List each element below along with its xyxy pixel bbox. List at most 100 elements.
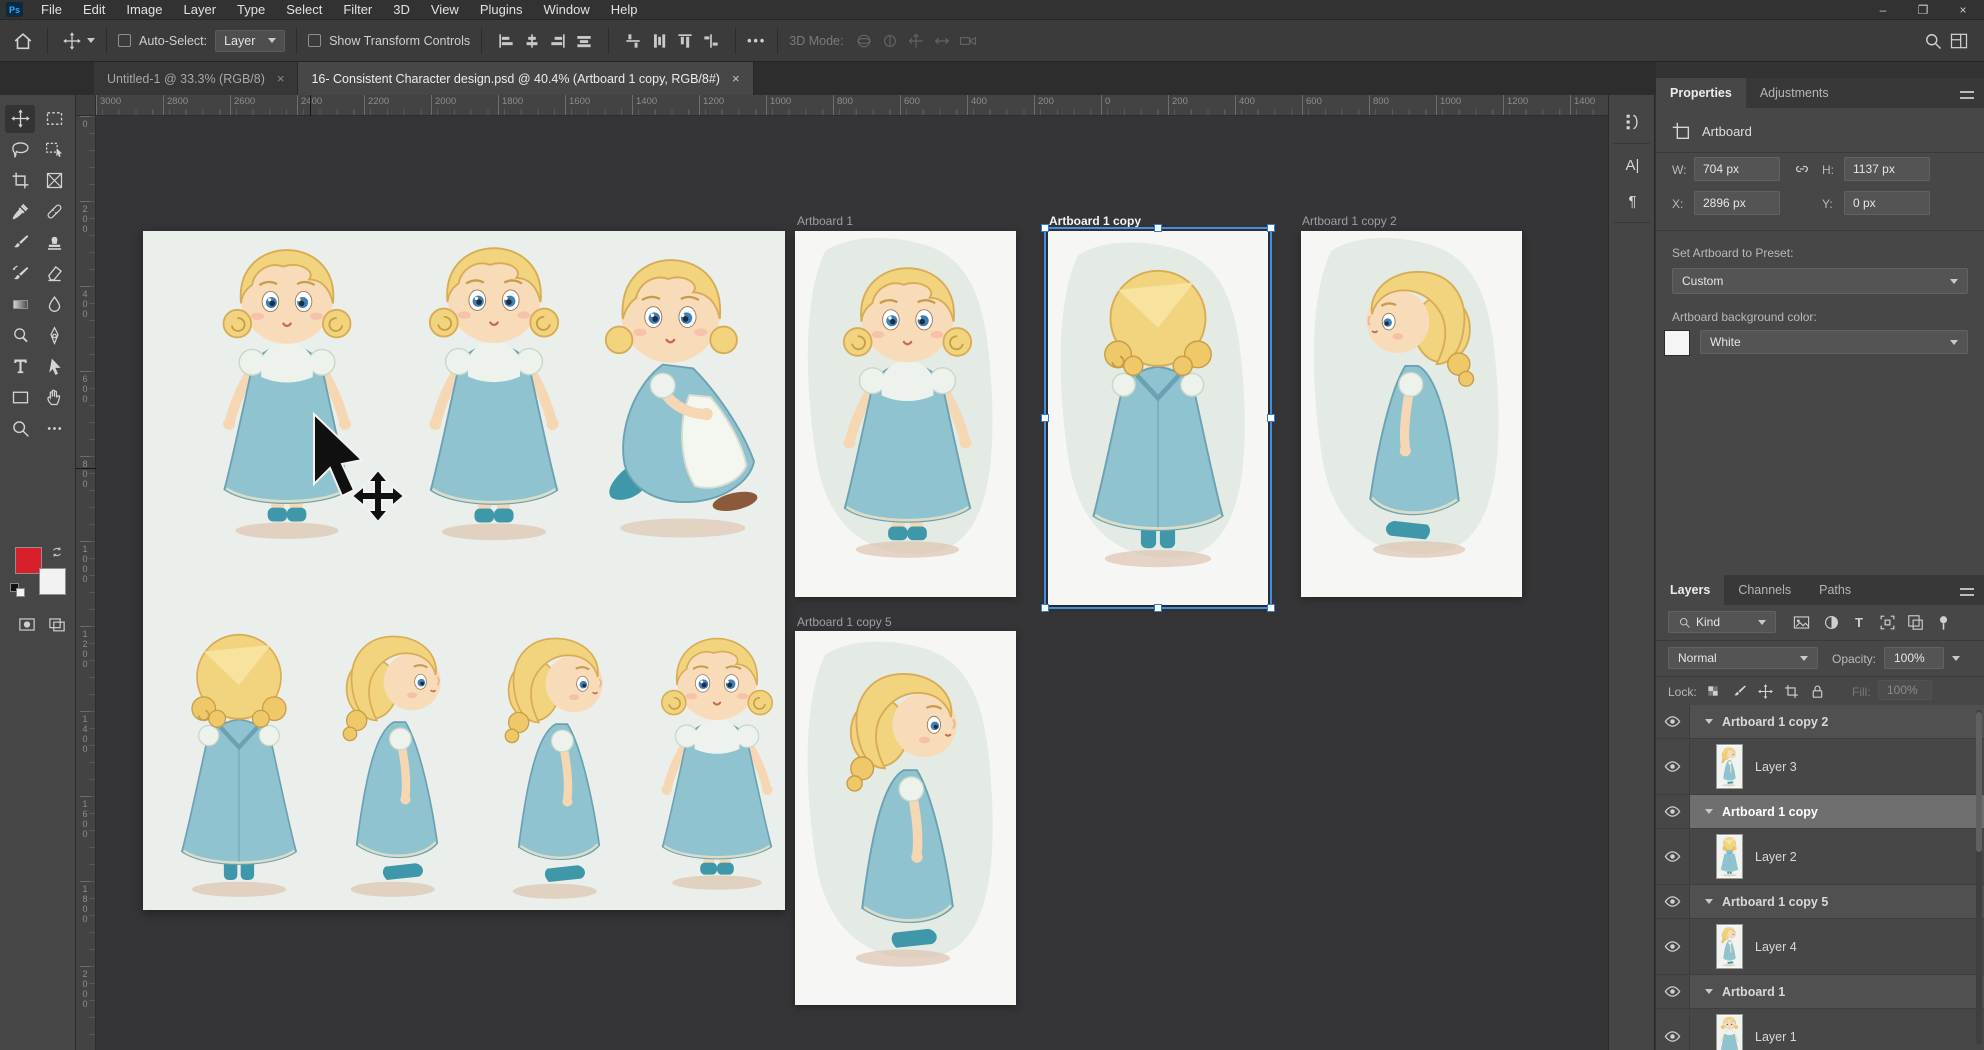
opacity-dropdown[interactable]: 100% [1884, 647, 1944, 669]
tool-button[interactable] [5, 291, 35, 319]
layer-row[interactable]: Layer 3 [1656, 739, 1984, 795]
panel-menu-icon[interactable] [1960, 588, 1974, 596]
align-top-icon[interactable] [571, 29, 597, 53]
blend-mode-dropdown[interactable]: Normal [1668, 647, 1818, 669]
artboard-1[interactable] [795, 231, 1016, 597]
document-tab[interactable]: Untitled-1 @ 33.3% (RGB/8) × [94, 62, 298, 95]
tool-button[interactable] [39, 198, 69, 226]
restore-button[interactable]: ❐ [1916, 3, 1930, 17]
move-tool-icon[interactable] [59, 29, 85, 53]
background-color-swatch[interactable] [39, 568, 66, 595]
tab-close-icon[interactable]: × [732, 71, 740, 86]
tool-button[interactable] [5, 167, 35, 195]
tool-button[interactable] [5, 415, 35, 443]
auto-select-checkbox[interactable] [118, 34, 131, 47]
show-transform-checkbox[interactable] [308, 34, 321, 47]
visibility-toggle[interactable] [1656, 885, 1690, 918]
quick-mask-icon[interactable] [16, 615, 38, 634]
artboard-label[interactable]: Artboard 1 copy 5 [797, 615, 892, 631]
menu-item[interactable]: Type [237, 2, 265, 17]
layer-name[interactable]: Layer 1 [1755, 1030, 1797, 1044]
layer-row[interactable]: Artboard 1 copy [1656, 795, 1984, 829]
menu-item[interactable]: Help [611, 2, 638, 17]
menu-item[interactable]: File [41, 2, 62, 17]
kind-filter-dropdown[interactable]: Kind [1668, 611, 1776, 633]
chevron-down-icon[interactable] [1705, 809, 1713, 814]
tool-button[interactable] [39, 415, 69, 443]
layer-thumbnail[interactable] [1716, 1014, 1743, 1050]
layer-name[interactable]: Artboard 1 copy 5 [1722, 895, 1828, 909]
tool-button[interactable] [39, 167, 69, 195]
x-field[interactable]: 2896 px [1694, 191, 1780, 215]
layer-name[interactable]: Artboard 1 [1722, 985, 1785, 999]
layer-name[interactable]: Layer 3 [1755, 760, 1797, 774]
layer-row[interactable]: Artboard 1 [1656, 975, 1984, 1009]
tool-button[interactable] [39, 291, 69, 319]
visibility-toggle[interactable] [1656, 919, 1690, 974]
filter-adjustment-layers-icon[interactable] [1818, 611, 1844, 633]
chevron-down-icon[interactable] [87, 38, 95, 43]
menu-item[interactable]: Plugins [480, 2, 523, 17]
distribute-vertical-icon[interactable] [646, 29, 672, 53]
artboard-label[interactable]: Artboard 1 [797, 214, 853, 230]
artboard-1-copy-2[interactable] [1301, 231, 1522, 597]
more-options-button[interactable]: ••• [747, 34, 766, 48]
close-button[interactable]: × [1956, 3, 1970, 17]
layer-row[interactable]: Layer 4 [1656, 919, 1984, 975]
panel-menu-icon[interactable] [1960, 91, 1974, 99]
visibility-toggle[interactable] [1656, 705, 1690, 738]
preset-dropdown[interactable]: Custom [1672, 268, 1968, 294]
distribute-center-icon[interactable] [698, 29, 724, 53]
tool-button[interactable] [39, 353, 69, 381]
history-panel-icon[interactable] [1609, 101, 1656, 143]
visibility-toggle[interactable] [1656, 795, 1690, 828]
artboard-label-selected[interactable]: Artboard 1 copy [1049, 214, 1141, 230]
layer-thumbnail[interactable] [1716, 744, 1743, 789]
chevron-down-icon[interactable] [1705, 989, 1713, 994]
lock-artboard-icon[interactable] [1778, 680, 1804, 702]
layer-row[interactable]: Artboard 1 copy 5 [1656, 885, 1984, 919]
menu-item[interactable]: Image [126, 2, 162, 17]
home-icon[interactable] [10, 29, 36, 53]
link-dimensions-icon[interactable] [1792, 159, 1812, 179]
paragraph-panel-icon[interactable]: ¶ [1609, 180, 1656, 222]
workspace-icon[interactable] [1946, 29, 1972, 53]
lock-transparent-icon[interactable] [1700, 680, 1726, 702]
tool-button[interactable] [39, 384, 69, 412]
filter-type-layers-icon[interactable]: T [1846, 611, 1872, 633]
layers-scrollbar-thumb[interactable] [1976, 712, 1982, 852]
tab-properties[interactable]: Properties [1656, 78, 1746, 108]
menu-item[interactable]: 3D [393, 2, 410, 17]
tab-paths[interactable]: Paths [1805, 575, 1865, 605]
chevron-down-icon[interactable] [1952, 656, 1960, 661]
filter-shape-layers-icon[interactable] [1874, 611, 1900, 633]
chevron-down-icon[interactable] [1705, 719, 1713, 724]
tab-adjustments[interactable]: Adjustments [1746, 78, 1843, 108]
visibility-toggle[interactable] [1656, 829, 1690, 884]
width-field[interactable]: 704 px [1694, 157, 1780, 181]
tool-button[interactable] [5, 105, 35, 133]
lock-pixels-icon[interactable] [1726, 680, 1752, 702]
auto-select-target-dropdown[interactable]: Layer [215, 30, 285, 52]
menu-item[interactable]: Filter [343, 2, 372, 17]
lock-all-icon[interactable] [1804, 680, 1830, 702]
background-color-dropdown[interactable]: White [1700, 330, 1968, 354]
align-center-icon[interactable] [519, 29, 545, 53]
filter-pixel-layers-icon[interactable] [1788, 611, 1814, 633]
menu-item[interactable]: Window [543, 2, 589, 17]
screen-mode-icon[interactable] [46, 615, 68, 634]
menu-item[interactable]: Layer [184, 2, 217, 17]
visibility-toggle[interactable] [1656, 975, 1690, 1008]
tool-button[interactable] [5, 136, 35, 164]
layer-thumbnail[interactable] [1716, 834, 1743, 879]
visibility-toggle[interactable] [1656, 739, 1690, 794]
tool-button[interactable] [5, 229, 35, 257]
artboard-1-copy-5[interactable] [795, 631, 1016, 1005]
menu-item[interactable]: Edit [83, 2, 105, 17]
tab-layers[interactable]: Layers [1656, 575, 1724, 605]
tool-button[interactable] [39, 136, 69, 164]
layer-row[interactable]: Layer 2 [1656, 829, 1984, 885]
tool-button[interactable] [39, 260, 69, 288]
filter-pin-icon[interactable] [1930, 611, 1956, 633]
menu-item[interactable]: Select [286, 2, 322, 17]
